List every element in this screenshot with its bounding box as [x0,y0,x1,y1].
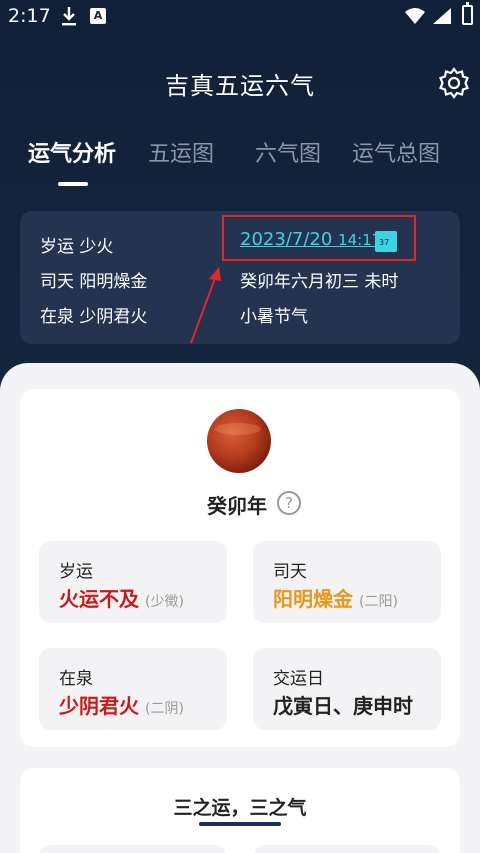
wifi-icon [405,8,425,24]
tab-bar: 运气分析 五运图 六气图 运气总图 [0,136,480,196]
stage-box-right [253,845,441,853]
lunar-date-text: 癸卯年六月初三 未时 [240,272,399,292]
tab-wuyun-chart[interactable]: 五运图 [148,136,214,168]
tab-indicator [58,182,88,186]
calendar-icon-text: 37 [379,238,390,247]
mars-planet-image [207,409,271,473]
app-title: 吉真五运六气 [165,72,315,100]
sitian-box: 司天 阳明燥金 (二阳) [253,541,441,623]
box-value: 阳明燥金 (二阳) [273,587,398,611]
box-label: 交运日 [273,669,324,689]
stage-title-underline [199,822,281,826]
box-value: 火运不及 (少徵) [59,587,184,611]
status-bar: 2:17 A [0,0,480,34]
jiaoyun-box: 交运日 戊寅日、庚申时 [253,648,441,730]
suiyun-box: 岁运 火运不及 (少徵) [39,541,227,623]
zaiquan-box: 在泉 少阴君火 (二阴) [39,648,227,730]
signal-icon [433,8,451,24]
box-label: 在泉 [59,669,93,689]
box-label: 岁运 [59,562,93,582]
tab-liuqi-chart[interactable]: 六气图 [255,136,321,168]
tab-yunqi-analysis[interactable]: 运气分析 [28,136,116,168]
calendar-icon[interactable]: 37 [375,231,397,252]
gear-icon[interactable] [438,67,470,99]
box-label: 司天 [273,562,307,582]
help-icon[interactable]: ? [277,491,301,515]
jieqi-text: 小暑节气 [240,307,308,327]
stage-title: 三之运，三之气 [173,797,307,819]
date-picker-link[interactable]: 2023/7/20 14:17 [240,229,381,250]
stage-box-left [39,845,227,853]
sitian-text: 司天 阳明燥金 [40,272,148,292]
download-icon [62,7,76,26]
battery-icon [462,2,473,25]
annotation-arrow [190,267,221,344]
app-notification-icon: A [90,8,106,24]
date-value: 2023/7/20 [240,229,333,250]
suiyun-text: 岁运 少火 [40,237,114,257]
status-time: 2:17 [8,5,51,27]
box-value: 少阴君火 (二阴) [59,694,184,718]
tab-yunqi-overview[interactable]: 运气总图 [352,136,440,168]
box-value: 戊寅日、庚申时 [273,694,413,718]
zaiquan-text: 在泉 少阴君火 [40,307,148,327]
year-title: 癸卯年 [207,494,267,518]
